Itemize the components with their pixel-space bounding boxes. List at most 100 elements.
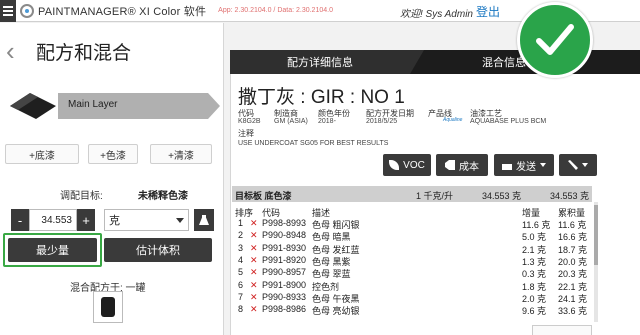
share-icon bbox=[502, 164, 512, 170]
cost-button[interactable]: 成本 bbox=[436, 154, 488, 176]
cell-code: P990-8933 bbox=[262, 291, 307, 302]
layer-cumulative: 34.553 克 bbox=[550, 191, 590, 201]
cell-amount: 2.1 克 bbox=[522, 244, 547, 255]
app-title: PAINTMANAGER® XI Color 软件 bbox=[38, 5, 207, 18]
unit-value: 克 bbox=[109, 215, 120, 227]
increase-button[interactable]: + bbox=[77, 209, 95, 231]
delete-icon[interactable]: ✕ bbox=[250, 243, 258, 254]
tab-formula-detail[interactable]: 配方详细信息 bbox=[230, 50, 410, 74]
layer-summary-row: 目标板 底色漆 1 千克/升 34.553 克 34.553 克 bbox=[232, 186, 592, 202]
layer-selector[interactable]: Main Layer bbox=[0, 93, 224, 119]
menu-icon[interactable] bbox=[0, 0, 16, 22]
leaf-icon bbox=[389, 160, 400, 170]
cell-desc: 色母 粗闪银 bbox=[312, 220, 360, 230]
cell-cum: 24.1 克 bbox=[558, 293, 588, 304]
meta-value: AQUABASE PLUS BCM bbox=[470, 118, 547, 125]
cell-cum: 20.3 克 bbox=[558, 269, 588, 280]
cell-desc: 色母 午夜黑 bbox=[312, 293, 360, 304]
cell-order: 6 bbox=[238, 279, 244, 290]
voc-label: VOC bbox=[403, 159, 425, 171]
unit-select[interactable]: 克 bbox=[104, 209, 189, 231]
mix-target-value[interactable]: 未稀释色漆 bbox=[138, 187, 188, 202]
can-icon bbox=[101, 297, 115, 317]
layer-label: Main Layer bbox=[68, 99, 118, 110]
cell-order: 2 bbox=[238, 230, 244, 241]
checkmark-icon bbox=[517, 2, 593, 78]
cell-cum: 33.6 克 bbox=[558, 306, 588, 317]
meta-value: K8G2B bbox=[238, 118, 261, 125]
cell-code: P991-8920 bbox=[262, 254, 307, 265]
scrollbar-thumb[interactable] bbox=[594, 205, 598, 265]
send-button[interactable]: 发送 bbox=[494, 154, 554, 176]
table-row[interactable]: 4 ✕ P991-8920 色母 黑紫 1.3 克 20.0 克 bbox=[232, 255, 592, 267]
cell-code: P991-8930 bbox=[262, 242, 307, 253]
layer-target: 目标板 底色漆 bbox=[235, 191, 292, 201]
logout-link[interactable]: 登出 bbox=[476, 3, 500, 20]
cell-cum: 16.6 克 bbox=[558, 232, 588, 243]
cell-order: 8 bbox=[238, 304, 244, 315]
delete-icon[interactable]: ✕ bbox=[250, 304, 258, 315]
table-row[interactable]: 6 ✕ P991-8900 控色剂 1.8 克 22.1 克 bbox=[232, 280, 592, 292]
chevron-down-icon bbox=[582, 163, 588, 167]
cell-amount: 11.6 克 bbox=[522, 220, 551, 230]
layer-ratio: 1 千克/升 bbox=[416, 191, 454, 201]
aqualine-logo: Aqualine bbox=[443, 117, 463, 123]
welcome-text: 欢迎! Sys Admin bbox=[400, 9, 473, 20]
delete-icon[interactable]: ✕ bbox=[250, 292, 258, 303]
cell-cum: 11.6 克 bbox=[558, 220, 587, 230]
add-color-button[interactable]: +色漆 bbox=[88, 144, 138, 164]
estimate-volume-button[interactable]: 估计体积 bbox=[104, 238, 212, 262]
can-selector[interactable] bbox=[93, 291, 123, 323]
weight-icon bbox=[199, 215, 209, 225]
table-row[interactable]: 2 ✕ P990-8948 色母 暗黑 5.0 克 16.6 克 bbox=[232, 230, 592, 242]
chevron-down-icon bbox=[176, 218, 184, 223]
quantity-input[interactable]: 34.553 bbox=[29, 209, 77, 231]
meta-value: GM (ASIA) bbox=[274, 118, 308, 125]
decrease-button[interactable]: - bbox=[11, 209, 29, 231]
cell-desc: 色母 亮幼银 bbox=[312, 306, 360, 317]
cell-order: 7 bbox=[238, 291, 244, 302]
page-title: 配方和混合 bbox=[36, 43, 132, 64]
add-clear-button[interactable]: +清漆 bbox=[150, 144, 212, 164]
meta-value: 2018/5/25 bbox=[366, 118, 398, 125]
tools-button[interactable] bbox=[559, 154, 597, 176]
cell-amount: 9.6 克 bbox=[522, 306, 547, 317]
formula-name: 撒丁灰 : GIR : NO 1 bbox=[238, 87, 405, 108]
delete-icon[interactable]: ✕ bbox=[250, 280, 258, 291]
app-version: App: 2.30.2104.0 / Data: 2.30.2104.0 bbox=[218, 7, 333, 14]
table-row[interactable]: 3 ✕ P991-8930 色母 发红蓝 2.1 克 18.7 克 bbox=[232, 243, 592, 255]
table-row[interactable]: 8 ✕ P998-8986 色母 亮幼银 9.6 克 33.6 克 bbox=[232, 304, 592, 316]
more-button[interactable] bbox=[532, 325, 592, 335]
cell-code: P998-8986 bbox=[262, 304, 307, 315]
app-logo-icon bbox=[20, 3, 34, 18]
mix-target-label: 调配目标: bbox=[60, 191, 103, 202]
note-label: 注释 bbox=[238, 129, 254, 138]
cell-order: 1 bbox=[238, 218, 244, 228]
cell-desc: 控色剂 bbox=[312, 281, 340, 292]
layer-amount: 34.553 克 bbox=[482, 191, 522, 201]
cell-order: 4 bbox=[238, 254, 244, 265]
add-base-button[interactable]: +底漆 bbox=[5, 144, 79, 164]
cell-desc: 色母 发红蓝 bbox=[312, 244, 360, 255]
delete-icon[interactable]: ✕ bbox=[250, 230, 258, 241]
note-value: USE UNDERCOAT SG05 FOR BEST RESULTS bbox=[238, 140, 389, 147]
back-icon[interactable]: ‹ bbox=[6, 38, 15, 64]
delete-icon[interactable]: ✕ bbox=[250, 218, 258, 229]
delete-icon[interactable]: ✕ bbox=[250, 267, 258, 278]
cell-order: 3 bbox=[238, 242, 244, 253]
cell-desc: 色母 黑紫 bbox=[312, 256, 351, 267]
cell-amount: 5.0 克 bbox=[522, 232, 547, 243]
table-row[interactable]: 1 ✕ P998-8993 色母 粗闪银 11.6 克 11.6 克 bbox=[232, 218, 592, 230]
minimum-amount-button[interactable]: 最少量 bbox=[8, 238, 97, 262]
delete-icon[interactable]: ✕ bbox=[250, 255, 258, 266]
table-row[interactable]: 5 ✕ P990-8957 色母 翠蓝 0.3 克 20.3 克 bbox=[232, 267, 592, 279]
cell-desc: 色母 翠蓝 bbox=[312, 269, 351, 280]
scale-weight-button[interactable] bbox=[194, 209, 214, 231]
table-row[interactable]: 7 ✕ P990-8933 色母 午夜黑 2.0 克 24.1 克 bbox=[232, 292, 592, 304]
cell-cum: 18.7 克 bbox=[558, 244, 588, 255]
meta-value: 2018- bbox=[318, 118, 336, 125]
voc-button[interactable]: VOC bbox=[383, 154, 431, 176]
wrench-screwdriver-icon bbox=[568, 160, 578, 170]
cell-amount: 0.3 克 bbox=[522, 269, 547, 280]
cost-label: 成本 bbox=[459, 161, 479, 173]
